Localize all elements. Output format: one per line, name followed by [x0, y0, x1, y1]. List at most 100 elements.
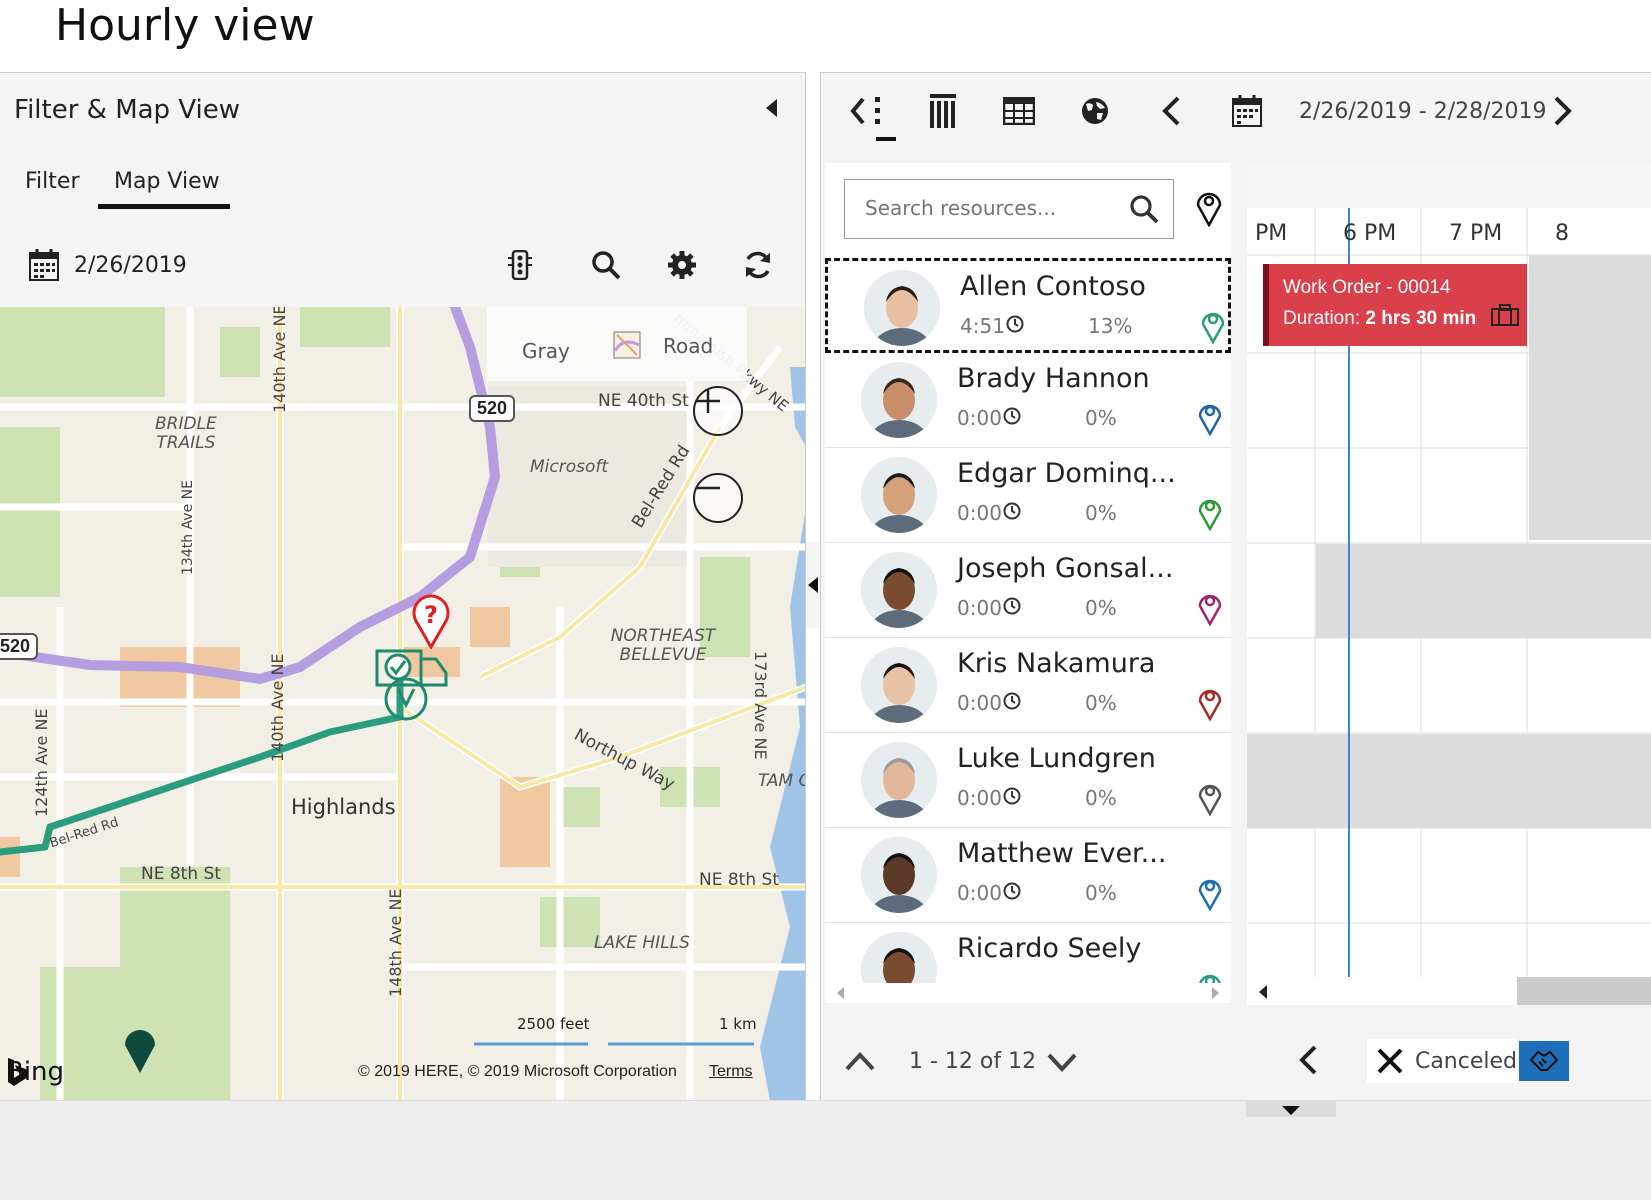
resource-name: Matthew Ever...	[957, 838, 1167, 869]
location-pin-icon[interactable]	[1197, 588, 1223, 631]
next-range-icon[interactable]	[1543, 91, 1583, 131]
clock-icon	[1003, 882, 1021, 905]
resource-row[interactable]: Matthew Ever... 0:00 0%	[825, 828, 1231, 923]
location-pin-icon[interactable]	[1197, 493, 1223, 536]
resource-list-scrollbar[interactable]	[825, 983, 1231, 1003]
resource-row[interactable]: Edgar Dominq... 0:00 0%	[825, 448, 1231, 543]
map-filter-pin-icon[interactable]	[1195, 187, 1223, 232]
location-pin-icon[interactable]	[1197, 398, 1223, 441]
booking-title: Work Order - 00014	[1283, 277, 1451, 298]
clock-icon	[1003, 597, 1021, 620]
map-label-ne-8th-right: NE 8th St	[699, 870, 779, 890]
panel-splitter[interactable]	[806, 542, 820, 628]
scale-feet: 2500 feet	[517, 1015, 590, 1033]
map-terms-link[interactable]: Terms	[709, 1063, 753, 1081]
active-tab-indicator	[98, 204, 230, 209]
status-legend-label: Canceled	[1414, 1048, 1517, 1074]
collapse-list-icon[interactable]	[841, 91, 897, 131]
route-shield-520-top: 520	[469, 395, 516, 422]
globe-icon[interactable]	[1075, 91, 1115, 131]
panel-title: Filter & Map View	[14, 95, 241, 125]
map-style-gray[interactable]: Gray	[522, 339, 570, 363]
location-pin-icon[interactable]	[1197, 873, 1223, 916]
avatar	[861, 742, 937, 818]
resource-row[interactable]: Ricardo Seely	[825, 923, 1231, 983]
calendar-icon[interactable]	[29, 249, 59, 286]
status-legend-handshake[interactable]	[1519, 1041, 1569, 1081]
search-resources-input[interactable]	[845, 180, 1105, 236]
tab-map-view[interactable]: Map View	[114, 169, 220, 194]
refresh-icon[interactable]	[740, 247, 776, 283]
status-legend-canceled[interactable]: Canceled	[1367, 1039, 1517, 1083]
resource-row[interactable]: Luke Lundgren 0:00 0%	[825, 733, 1231, 828]
minus-icon	[696, 486, 720, 490]
scroll-right-icon[interactable]	[1212, 987, 1219, 999]
hour-label: 7 PM	[1449, 221, 1503, 246]
resource-row[interactable]: Allen Contoso 4:51 13%	[825, 258, 1231, 353]
previous-range-icon[interactable]	[1151, 91, 1191, 131]
calendar-range-icon[interactable]	[1227, 91, 1267, 131]
resource-utilization: 0%	[1085, 406, 1117, 430]
resource-hours: 0:00	[957, 786, 1002, 810]
resource-hours: 0:00	[957, 881, 1002, 905]
resource-hours: 4:51	[960, 314, 1005, 338]
location-pin-icon[interactable]	[1197, 778, 1223, 821]
resource-row[interactable]: Brady Hannon 0:00 0%	[825, 353, 1231, 448]
map-label-173rd: 173rd Ave NE	[751, 651, 770, 760]
map-label-lake-hills: LAKE HILLS	[594, 933, 690, 953]
timeline-scrollbar[interactable]	[1247, 977, 1651, 1005]
map-canvas[interactable]: BRIDLE TRAILS Microsoft NE 40th St NORTHE…	[0, 307, 805, 1100]
page-down-icon[interactable]	[1047, 1053, 1077, 1078]
resource-utilization: 0%	[1085, 691, 1117, 715]
scroll-thumb[interactable]	[1517, 977, 1651, 1005]
map-label-northeast-bellevue: NORTHEAST BELLEVUE	[610, 626, 716, 665]
zoom-in-button[interactable]	[693, 386, 743, 436]
resource-name: Edgar Dominq...	[957, 458, 1176, 489]
hour-label: 6 PM	[1343, 221, 1397, 246]
scroll-left-icon[interactable]	[837, 987, 844, 999]
zoom-out-button[interactable]	[693, 473, 743, 523]
location-pin-icon[interactable]	[1197, 683, 1223, 726]
svg-text:?: ?	[424, 601, 438, 629]
selected-date[interactable]: 2/26/2019	[74, 253, 187, 278]
map-label-134th: 134th Ave NE	[180, 480, 196, 575]
booking-work-order-00014[interactable]: Work Order - 00014 Duration: 2 hrs 30 mi…	[1263, 264, 1527, 346]
grid-view-icon[interactable]	[999, 91, 1039, 131]
filter-map-panel: Filter & Map View Filter Map View 2/26/2…	[0, 72, 806, 1100]
map-label-microsoft: Microsoft	[530, 457, 609, 477]
map-label-bridle-trails: BRIDLE TRAILS	[155, 414, 217, 453]
tab-filter[interactable]: Filter	[25, 169, 79, 194]
avatar	[861, 552, 937, 628]
search-resources-box	[844, 179, 1174, 239]
location-pin-icon[interactable]	[1197, 968, 1223, 983]
expand-bottom-button[interactable]	[1246, 1101, 1336, 1117]
resource-utilization: 13%	[1088, 314, 1133, 338]
vertical-view-icon[interactable]	[923, 91, 963, 131]
pager-status: 1 - 12 of 12	[909, 1049, 1037, 1074]
bing-icon	[8, 1058, 28, 1086]
page-up-icon[interactable]	[845, 1051, 875, 1076]
resource-row[interactable]: Kris Nakamura 0:00 0%	[825, 638, 1231, 733]
active-view-indicator	[876, 137, 896, 141]
location-pin-icon[interactable]	[1200, 306, 1226, 349]
map-label-ne-8th-left: NE 8th St	[141, 864, 221, 884]
scale-km: 1 km	[719, 1015, 757, 1033]
search-icon[interactable]	[1129, 194, 1159, 229]
collapse-panel-button[interactable]	[766, 99, 777, 117]
map-label-140th-top: 140th Ave NE	[270, 307, 289, 413]
status-prev-icon[interactable]	[1297, 1045, 1319, 1080]
clock-icon	[1003, 407, 1021, 430]
resource-hours: 0:00	[957, 691, 1002, 715]
search-icon[interactable]	[588, 247, 624, 283]
map-style-road[interactable]: Road	[663, 334, 713, 358]
date-range[interactable]: 2/26/2019 - 2/28/2019	[1299, 99, 1547, 124]
page-title: Hourly view	[55, 0, 315, 51]
clock-icon	[1003, 502, 1021, 525]
map-label-148th: 148th Ave NE	[386, 888, 405, 997]
bing-logo: Bing	[6, 1057, 64, 1087]
resource-row[interactable]: Joseph Gonsal... 0:00 0%	[825, 543, 1231, 638]
traffic-icon[interactable]	[502, 247, 538, 283]
scroll-left-icon[interactable]	[1259, 985, 1267, 999]
map-copyright: © 2019 HERE, © 2019 Microsoft Corporatio…	[358, 1063, 677, 1080]
gear-icon[interactable]	[664, 247, 700, 283]
